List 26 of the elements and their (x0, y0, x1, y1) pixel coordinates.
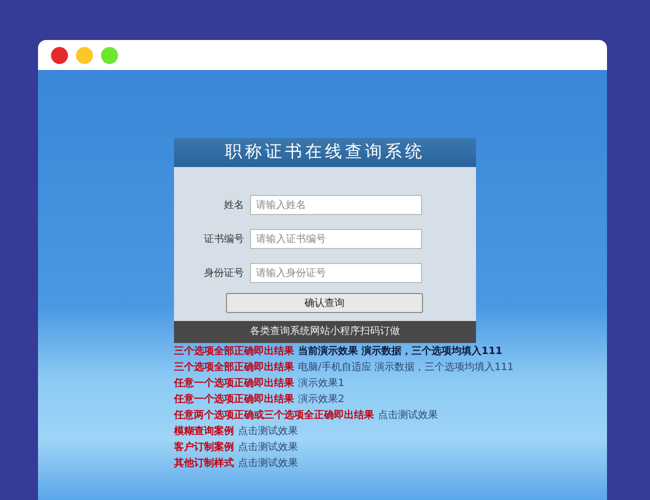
case-link[interactable]: 任意一个选项正确即出结果 (174, 394, 294, 405)
input-field[interactable]: 请输入证书编号 (250, 229, 422, 249)
case-link[interactable]: 其他订制样式 (174, 458, 234, 469)
footer-banner: 各类查询系统网站小程序扫码订做 (174, 321, 476, 343)
field-label: 证书编号 (203, 232, 244, 246)
case-note: 当前演示效果 演示数据，三个选项均填入111 (298, 346, 502, 357)
case-link[interactable]: 三个选项全部正确即出结果 (174, 362, 294, 373)
input-field[interactable]: 请输入姓名 (250, 195, 422, 215)
case-note: 电脑/手机自适应 演示数据，三个选项均填入111 (298, 362, 514, 373)
submit-button[interactable]: 确认查询 (226, 293, 423, 313)
input-field[interactable]: 请输入身份证号 (250, 263, 422, 283)
case-note: 点击测试效果 (238, 442, 298, 453)
case-link[interactable]: 客户订制案例 (174, 442, 234, 453)
case-link[interactable]: 三个选项全部正确即出结果 (174, 346, 294, 357)
case-note: 点击测试效果 (378, 410, 438, 421)
case-note: 点击测试效果 (238, 426, 298, 437)
case-note: 点击测试效果 (238, 458, 298, 469)
case-link[interactable]: 任意一个选项正确即出结果 (174, 378, 294, 389)
case-link[interactable]: 模糊查询案例 (174, 426, 234, 437)
form-title: 职称证书在线查询系统 (174, 138, 476, 167)
field-label: 身份证号 (203, 266, 244, 280)
case-note: 演示效果2 (298, 394, 344, 405)
case-link[interactable]: 任意两个选项正确或三个选项全正确即出结果 (174, 410, 374, 421)
field-label: 姓名 (223, 198, 244, 212)
window-button[interactable] (51, 46, 68, 64)
case-note: 演示效果1 (298, 378, 344, 389)
